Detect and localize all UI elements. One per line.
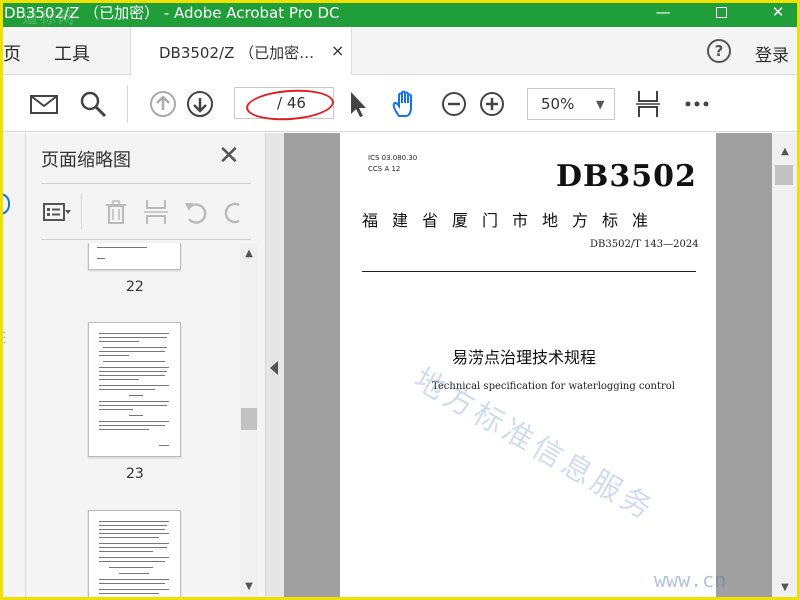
- login-button[interactable]: 登录: [755, 41, 789, 66]
- resize-grip-icon[interactable]: · · ·: [3, 329, 6, 349]
- scroll-up-icon[interactable]: ▲: [240, 245, 258, 263]
- menu-bar: 页 工具 DB3502/Z （已加密… × ? 登录: [0, 27, 800, 75]
- scroll-down-icon[interactable]: ▼: [240, 578, 258, 596]
- minimize-button[interactable]: —: [640, 0, 686, 27]
- watermark-url: www.cn: [654, 568, 727, 592]
- page-standard-code: DB3502/T 143—2024: [590, 239, 699, 250]
- next-page-icon[interactable]: [185, 89, 215, 119]
- document-page: ICS 03.080.30 CCS A 12 DB3502 福建省厦门市地方标准…: [340, 133, 716, 600]
- page-title-en: Technical specification for waterlogging…: [432, 381, 676, 392]
- toolbar: / 46 50% ▼: [0, 75, 800, 132]
- document-area[interactable]: ICS 03.080.30 CCS A 12 DB3502 福建省厦门市地方标准…: [284, 133, 772, 600]
- page-ics-ccs: ICS 03.080.30 CCS A 12: [368, 153, 417, 175]
- toolbar-divider: [127, 85, 128, 123]
- document-tab[interactable]: DB3502/Z （已加密… ×: [130, 27, 352, 75]
- collapse-arrow-icon: [270, 361, 278, 375]
- zoom-in-icon[interactable]: [477, 89, 507, 119]
- thumbnail-page[interactable]: [88, 243, 181, 270]
- hand-tool-icon[interactable]: [390, 89, 420, 119]
- collapse-panel-handle[interactable]: [266, 133, 284, 600]
- thumbnail-page-number: 23: [126, 466, 144, 482]
- insert-page-icon[interactable]: [141, 197, 171, 227]
- page-province-line: 福建省厦门市地方标准: [362, 211, 663, 230]
- page-ccs: CCS A 12: [368, 165, 401, 173]
- menu-home[interactable]: 页: [3, 40, 21, 66]
- close-window-button[interactable]: ✕: [755, 0, 800, 27]
- panel-divider: [41, 239, 251, 240]
- menu-tools[interactable]: 工具: [54, 40, 90, 66]
- scroll-up-icon[interactable]: ▲: [776, 143, 794, 161]
- tab-close-button[interactable]: ×: [331, 41, 344, 60]
- maximize-button[interactable]: [698, 0, 744, 27]
- thumbnail-page[interactable]: [88, 510, 181, 600]
- maximize-icon: [715, 7, 727, 18]
- rotate-left-icon[interactable]: [181, 197, 211, 227]
- scroll-down-icon[interactable]: ▼: [776, 579, 794, 597]
- zoom-dropdown[interactable]: 50% ▼: [527, 88, 615, 120]
- thumbnail-scroll-thumb[interactable]: [241, 408, 257, 430]
- partial-tool-icon[interactable]: [0, 89, 12, 119]
- panel-close-button[interactable]: ✕: [218, 141, 240, 171]
- page-number-input[interactable]: [237, 90, 277, 116]
- document-scroll-thumb[interactable]: [775, 165, 793, 185]
- tab-label: DB3502/Z （已加密…: [159, 44, 315, 62]
- help-icon[interactable]: ?: [707, 39, 731, 63]
- page-ics: ICS 03.080.30: [368, 154, 418, 162]
- panel-divider: [41, 183, 251, 184]
- zoom-out-icon[interactable]: [439, 89, 469, 119]
- page-title-cn: 易涝点治理技术规程: [452, 348, 597, 367]
- thumbnail-page[interactable]: [88, 322, 181, 457]
- page-standard-prefix: DB3502: [556, 159, 697, 194]
- trash-icon[interactable]: [101, 197, 131, 227]
- search-icon[interactable]: [78, 89, 108, 119]
- rotate-right-icon[interactable]: [221, 197, 241, 227]
- panel-title: 页面缩略图: [41, 150, 131, 171]
- fit-page-icon[interactable]: [633, 89, 663, 119]
- panel-tools: [41, 189, 266, 237]
- select-arrow-icon[interactable]: [343, 89, 373, 119]
- more-options-icon[interactable]: [682, 89, 712, 119]
- chevron-down-icon: ▼: [596, 98, 605, 111]
- pane-toggle-icon[interactable]: [0, 193, 10, 215]
- page-number-box: / 46: [234, 87, 334, 119]
- page-rule: [362, 271, 696, 272]
- thumbnail-scrollbar[interactable]: ▲ ▼: [240, 243, 258, 600]
- panel-tool-divider: [81, 193, 82, 229]
- left-nav-strip: · · ·: [0, 133, 26, 600]
- title-bar: DB3502/Z （已加密） - Adobe Acrobat Pro DC 道标…: [0, 0, 800, 27]
- document-scrollbar[interactable]: ▲ ▼: [772, 133, 800, 600]
- thumbnail-options-icon[interactable]: [41, 197, 71, 227]
- zoom-value: 50%: [541, 95, 575, 113]
- thumbnail-page-number: 22: [126, 279, 144, 295]
- page-total: / 46: [277, 94, 306, 112]
- previous-page-icon[interactable]: [148, 89, 178, 119]
- email-icon[interactable]: [29, 89, 59, 119]
